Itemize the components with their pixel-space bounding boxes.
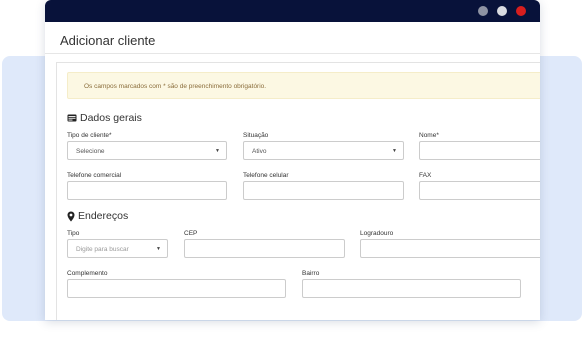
situacao-value: Ativo — [252, 148, 267, 155]
section-heading: Dados gerais — [80, 112, 142, 124]
caret-down-icon: ▼ — [215, 148, 220, 154]
fax-label: FAX — [419, 172, 432, 179]
complemento-input[interactable] — [67, 279, 286, 298]
bairro-input[interactable] — [302, 279, 521, 298]
tipo-cliente-value: Selecione — [76, 148, 105, 155]
logradouro-label: Logradouro — [360, 230, 394, 237]
fax-input[interactable] — [419, 181, 540, 200]
telefone-comercial-input[interactable] — [67, 181, 227, 200]
map-marker-icon — [67, 211, 75, 222]
complemento-label: Complemento — [67, 270, 108, 277]
close-dot[interactable] — [516, 6, 526, 16]
page-title: Adicionar cliente — [60, 33, 156, 48]
logradouro-input[interactable] — [360, 239, 540, 258]
caret-down-icon: ▼ — [156, 246, 161, 252]
tipo-cliente-select[interactable]: Selecione ▼ — [67, 141, 227, 160]
minimize-dot[interactable] — [478, 6, 488, 16]
form-content: Os campos marcados com * são de preenchi… — [56, 62, 540, 320]
window-titlebar — [45, 0, 540, 22]
maximize-dot[interactable] — [497, 6, 507, 16]
nome-label: Nome* — [419, 132, 439, 139]
tipo-placeholder: Digite para buscar — [76, 246, 129, 253]
telefone-celular-input[interactable] — [243, 181, 404, 200]
telefone-celular-label: Telefone celular — [243, 172, 289, 179]
section-dados-gerais: Dados gerais — [67, 112, 142, 124]
section-heading: Endereços — [78, 210, 129, 222]
caret-down-icon: ▼ — [392, 148, 397, 154]
id-card-icon — [67, 114, 77, 122]
title-divider — [45, 53, 540, 54]
tipo-cliente-label: Tipo de cliente* — [67, 132, 112, 139]
cep-input[interactable] — [184, 239, 345, 258]
situacao-select[interactable]: Ativo ▼ — [243, 141, 404, 160]
bairro-label: Bairro — [302, 270, 320, 277]
required-fields-notice: Os campos marcados com * são de preenchi… — [67, 72, 540, 99]
tipo-search-select[interactable]: Digite para buscar ▼ — [67, 239, 168, 258]
tipo-label: Tipo — [67, 230, 80, 237]
nome-input[interactable] — [419, 141, 540, 160]
app-window: Adicionar cliente Os campos marcados com… — [45, 0, 540, 320]
situacao-label: Situação — [243, 132, 269, 139]
cep-label: CEP — [184, 230, 198, 237]
section-enderecos: Endereços — [67, 210, 128, 222]
telefone-comercial-label: Telefone comercial — [67, 172, 122, 179]
